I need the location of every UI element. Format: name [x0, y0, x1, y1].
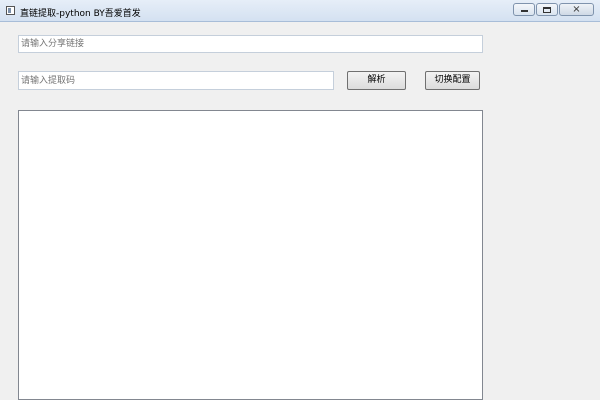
close-button[interactable]: × [559, 3, 594, 16]
window-title: 直链提取-python BY吾爱首发 [20, 9, 141, 19]
share-link-input[interactable] [18, 35, 483, 53]
close-icon: × [572, 4, 581, 15]
extract-code-input[interactable] [18, 71, 334, 90]
minimize-button[interactable] [513, 3, 535, 16]
window-controls: × [512, 3, 594, 16]
title-bar[interactable]: 直链提取-python BY吾爱首发 × [0, 0, 600, 22]
app-window-icon [6, 6, 15, 15]
maximize-button[interactable] [536, 3, 558, 16]
parse-button[interactable]: 解析 [347, 71, 406, 90]
output-textarea[interactable] [18, 110, 483, 400]
minimize-icon [521, 10, 528, 12]
maximize-icon [543, 7, 551, 13]
switch-config-button[interactable]: 切换配置 [425, 71, 480, 90]
